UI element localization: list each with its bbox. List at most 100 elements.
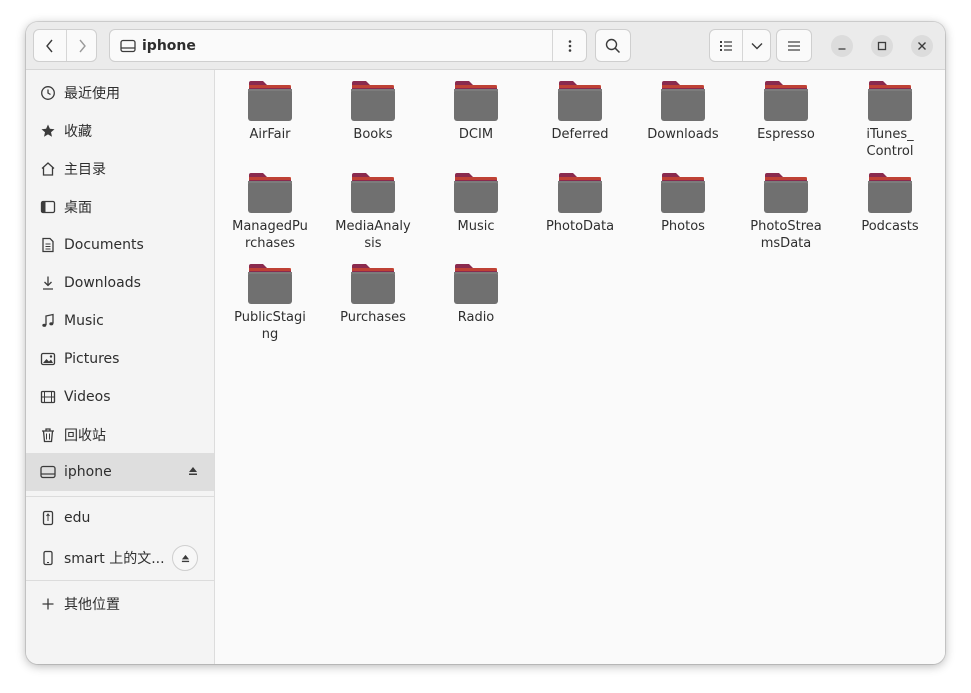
main-menu-button[interactable] [776,29,812,62]
file-manager-window: iphone 最近使用 收藏 主目录 桌面 Documents Download… [26,22,945,664]
sidebar-item-pictures[interactable]: Pictures [26,341,214,377]
sidebar: 最近使用 收藏 主目录 桌面 Documents Downloads Music… [26,70,215,664]
sidebar-item-downloads[interactable]: Downloads [26,265,214,301]
folder-icon [764,173,808,213]
view-dropdown-button[interactable] [742,30,770,61]
location-bar[interactable]: iphone [109,29,587,62]
chevron-right-icon [79,39,86,52]
maximize-icon [877,41,887,51]
folder-icon [661,173,705,213]
folder-icon [868,173,912,213]
sidebar-item-label: iphone [64,464,112,480]
back-button[interactable] [34,30,67,61]
list-view-button[interactable] [710,30,743,61]
search-icon [605,38,621,53]
folder-item[interactable]: Books [325,79,421,143]
forward-button[interactable] [66,30,96,61]
folder-icon [454,81,498,121]
maximize-button[interactable] [871,35,893,57]
sidebar-item-home[interactable]: 主目录 [26,151,214,187]
sidebar-item-iphone[interactable]: iphone [26,453,214,491]
sidebar-item-label: Downloads [64,275,141,291]
sidebar-item-label: Music [64,313,104,329]
folder-name: DCIM [458,127,494,142]
current-location-label: iphone [142,38,196,54]
folder-name: Photos [661,219,705,234]
search-button[interactable] [595,29,631,62]
folder-item[interactable]: Music [428,171,524,235]
folder-item[interactable]: MediaAnaly sis [325,171,421,252]
folder-item[interactable]: DCIM [428,79,524,143]
file-grid: AirFair Books DCIM Deferred Downloads Espress… [215,70,945,664]
folder-name: Espresso [757,127,815,142]
folder-icon [454,264,498,304]
folder-item[interactable]: Espresso [738,79,834,143]
sidebar-item-desktop[interactable]: 桌面 [26,189,214,225]
sidebar-item-music[interactable]: Music [26,303,214,339]
plus-icon [40,596,56,612]
sidebar-separator [26,496,214,497]
sidebar-item-label: edu [64,510,91,526]
eject-icon[interactable] [188,466,198,479]
music-icon [40,313,56,329]
folder-name: PhotoData [545,219,615,234]
sidebar-item-trash[interactable]: 回收站 [26,417,214,453]
folder-item[interactable]: PhotoStrea msData [738,171,834,252]
close-button[interactable] [911,35,933,57]
sidebar-item-label: Pictures [64,351,120,367]
folder-name: AirFair [249,127,291,142]
folder-item[interactable]: PhotoData [532,171,628,235]
folder-icon [454,173,498,213]
folder-item[interactable]: Downloads [635,79,731,143]
sidebar-item-starred[interactable]: 收藏 [26,113,214,149]
folder-name: Purchases [340,310,406,325]
folder-icon [868,81,912,121]
folder-name: Deferred [551,127,609,142]
folder-icon [351,264,395,304]
sidebar-item-label: Videos [64,389,111,405]
folder-item[interactable]: Purchases [325,262,421,326]
folder-item[interactable]: ManagedPu rchases [222,171,318,252]
folder-item[interactable]: iTunes_ Control [842,79,938,160]
folder-icon [351,173,395,213]
folder-item[interactable]: PublicStagi ng [222,262,318,343]
phone-icon [40,550,56,566]
folder-icon [351,81,395,121]
minimize-button[interactable] [831,35,853,57]
folder-item[interactable]: AirFair [222,79,318,143]
sidebar-item-label: 其他位置 [64,597,120,613]
sidebar-item-edu[interactable]: edu [26,500,214,536]
home-icon [40,161,56,177]
location-menu-button[interactable] [552,30,586,61]
close-icon [918,42,926,50]
sidebar-item-documents[interactable]: Documents [26,227,214,263]
sidebar-item-label: 主目录 [64,162,106,178]
folder-name: Radio [457,310,495,325]
folder-item[interactable]: Radio [428,262,524,326]
video-icon [40,389,56,405]
folder-name: Books [353,127,393,142]
folder-item[interactable]: Deferred [532,79,628,143]
folder-name: iTunes_ Control [866,127,914,159]
sidebar-item-label: Documents [64,237,144,253]
folder-item[interactable]: Photos [635,171,731,235]
clock-icon [40,85,56,101]
sidebar-item-label: 桌面 [64,200,92,216]
folder-icon [661,81,705,121]
download-icon [40,275,56,291]
header-bar: iphone [26,22,945,70]
sidebar-item-smart[interactable]: smart 上的文... [26,539,214,577]
sidebar-item-recent[interactable]: 最近使用 [26,75,214,111]
folder-item[interactable]: Podcasts [842,171,938,235]
folder-icon [248,264,292,304]
sidebar-item-other-locations[interactable]: 其他位置 [26,586,214,622]
drive-icon [120,39,136,53]
folder-name: PhotoStrea msData [750,219,822,251]
chevron-down-icon [751,42,763,49]
sidebar-item-videos[interactable]: Videos [26,379,214,415]
hamburger-icon [788,40,800,51]
folder-name: Music [457,219,495,234]
folder-icon [764,81,808,121]
eject-button[interactable] [172,545,198,571]
folder-icon [558,81,602,121]
